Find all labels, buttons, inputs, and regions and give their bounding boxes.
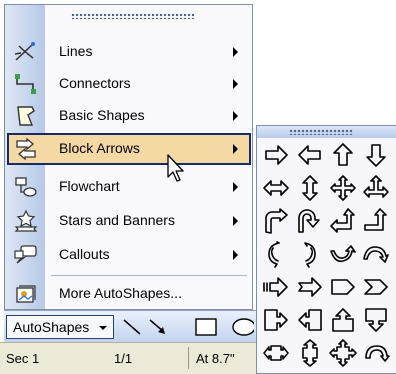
menu-item-more-autoshapes[interactable]: More AutoShapes... xyxy=(7,278,251,310)
up-arrow-icon[interactable] xyxy=(328,140,358,170)
right-arrow-icon[interactable] xyxy=(261,140,291,170)
submenu-arrow-icon xyxy=(233,216,238,226)
circular-arrow-icon[interactable] xyxy=(361,338,391,368)
submenu-arrow-icon xyxy=(233,111,238,121)
submenu-arrow-icon xyxy=(233,144,238,154)
block-arrows-palette xyxy=(256,125,396,374)
u-turn-arrow-icon[interactable] xyxy=(295,206,325,236)
rectangle-icon[interactable] xyxy=(194,316,218,338)
lines-icon xyxy=(13,40,39,64)
menu-item-label: Block Arrows xyxy=(59,140,140,156)
right-arrow-callout-icon[interactable] xyxy=(261,305,291,335)
pentagon-icon[interactable] xyxy=(328,272,358,302)
chevron-down-icon xyxy=(99,326,107,330)
menu-item-label: Lines xyxy=(59,43,93,59)
menu-item-label: Stars and Banners xyxy=(59,212,175,228)
status-section: Sec 1 xyxy=(6,351,40,366)
submenu-arrow-icon xyxy=(233,182,238,192)
menu-item-block-arrows[interactable]: Block Arrows xyxy=(7,133,251,165)
status-divider xyxy=(188,347,189,369)
clip-art-icon xyxy=(13,282,39,306)
menu-item-label: More AutoShapes... xyxy=(59,285,182,301)
left-right-arrow-icon[interactable] xyxy=(261,173,291,203)
autoshapes-button[interactable]: AutoShapes xyxy=(6,315,114,339)
chevron-icon[interactable] xyxy=(361,272,391,302)
mouse-cursor-icon xyxy=(167,154,184,182)
menu-item-label: Connectors xyxy=(59,75,131,91)
autoshapes-menu: Lines Connectors Basic Shapes Block Arro… xyxy=(4,4,253,310)
status-position: At 8.7" xyxy=(196,351,235,366)
menu-separator xyxy=(51,275,247,276)
menu-item-flowchart[interactable]: Flowchart xyxy=(7,171,251,203)
status-bar: Sec 1 1/1 At 8.7" xyxy=(0,342,256,374)
left-arrow-callout-icon[interactable] xyxy=(295,305,325,335)
curved-up-arrow-icon[interactable] xyxy=(328,239,358,269)
status-page: 1/1 xyxy=(114,351,133,366)
drawing-toolbar: AutoShapes xyxy=(4,310,256,342)
basic-shapes-icon xyxy=(13,104,39,128)
menu-item-label: Callouts xyxy=(59,246,110,262)
stars-banners-icon xyxy=(13,209,39,233)
submenu-arrow-icon xyxy=(233,79,238,89)
left-right-arrow-callout-icon[interactable] xyxy=(261,338,291,368)
notched-right-arrow-icon[interactable] xyxy=(295,272,325,302)
menu-item-lines[interactable]: Lines xyxy=(7,36,251,68)
menu-item-label: Basic Shapes xyxy=(59,107,145,123)
striped-right-arrow-icon[interactable] xyxy=(261,272,291,302)
submenu-arrow-icon xyxy=(233,250,238,260)
palette-drag-handle[interactable] xyxy=(289,129,353,135)
up-down-arrow-callout-icon[interactable] xyxy=(295,338,325,368)
menu-drag-handle[interactable] xyxy=(71,13,195,19)
menu-item-stars-and-banners[interactable]: Stars and Banners xyxy=(7,205,251,237)
menu-item-label: Flowchart xyxy=(59,178,120,194)
quad-arrow-callout-icon[interactable] xyxy=(328,338,358,368)
submenu-arrow-icon xyxy=(233,47,238,57)
connectors-icon xyxy=(13,72,39,96)
arrow-icon[interactable] xyxy=(146,316,170,338)
down-arrow-icon[interactable] xyxy=(361,140,391,170)
up-down-arrow-icon[interactable] xyxy=(295,173,325,203)
left-arrow-icon[interactable] xyxy=(295,140,325,170)
quad-arrow-icon[interactable] xyxy=(328,173,358,203)
curved-left-arrow-icon[interactable] xyxy=(295,239,325,269)
curved-down-arrow-icon[interactable] xyxy=(361,239,391,269)
line-icon[interactable] xyxy=(120,316,144,338)
autoshapes-button-label: AutoShapes xyxy=(13,319,90,335)
curved-right-arrow-icon[interactable] xyxy=(261,239,291,269)
bent-arrow-icon[interactable] xyxy=(261,206,291,236)
left-up-arrow-icon[interactable] xyxy=(328,206,358,236)
up-arrow-callout-icon[interactable] xyxy=(328,305,358,335)
oval-icon[interactable] xyxy=(230,316,256,338)
block-arrows-icon xyxy=(13,137,39,161)
menu-item-basic-shapes[interactable]: Basic Shapes xyxy=(7,100,251,132)
bent-up-arrow-icon[interactable] xyxy=(361,206,391,236)
flowchart-icon xyxy=(13,175,39,199)
down-arrow-callout-icon[interactable] xyxy=(361,305,391,335)
callouts-icon xyxy=(13,243,39,267)
left-right-up-arrow-icon[interactable] xyxy=(361,173,391,203)
menu-item-callouts[interactable]: Callouts xyxy=(7,239,251,271)
palette-title-bar[interactable] xyxy=(257,126,396,138)
menu-item-connectors[interactable]: Connectors xyxy=(7,68,251,100)
